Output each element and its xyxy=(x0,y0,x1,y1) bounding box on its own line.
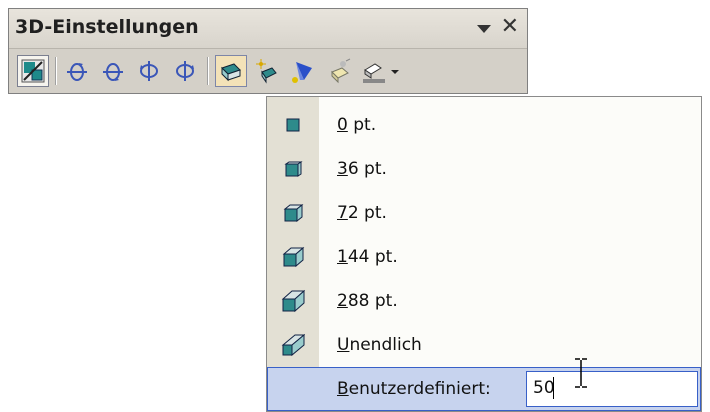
lighting-button[interactable] xyxy=(287,55,319,87)
custom-depth-value: 50 xyxy=(533,378,555,398)
toggle-3d-button[interactable] xyxy=(17,55,49,87)
depth-288-icon xyxy=(281,289,305,313)
menu-item-label: 288 pt. xyxy=(337,291,398,311)
tilt-up-button[interactable] xyxy=(97,55,129,87)
depth-0-icon xyxy=(286,118,300,132)
menu-item-depth-288[interactable]: 288 pt. xyxy=(267,279,701,323)
menu-item-label: 72 pt. xyxy=(337,203,387,223)
depth-infinite-icon xyxy=(281,333,305,357)
menu-item-depth-0[interactable]: 0 pt. xyxy=(267,103,701,147)
text-caret xyxy=(553,377,554,399)
depth-72-icon xyxy=(283,203,304,223)
toolbar-title: 3D-Einstellungen xyxy=(15,16,199,38)
depth-menu: 0 pt. 36 pt. 72 pt. 144 pt. 288 pt. Unen… xyxy=(266,96,702,412)
toolbar-options-icon[interactable] xyxy=(477,25,491,33)
tilt-down-icon xyxy=(67,63,87,81)
3d-settings-toolbar: 3D-Einstellungen ✕ xyxy=(8,8,528,94)
toggle-3d-icon xyxy=(21,59,45,83)
menu-item-label: 144 pt. xyxy=(337,247,398,267)
depth-36-icon xyxy=(284,161,303,177)
tilt-down-button[interactable] xyxy=(61,55,93,87)
close-icon[interactable]: ✕ xyxy=(501,15,519,39)
direction-button[interactable] xyxy=(251,55,283,87)
tilt-right-button[interactable] xyxy=(169,55,201,87)
lighting-icon xyxy=(292,62,312,83)
tilt-right-icon xyxy=(176,61,194,81)
tilt-up-icon xyxy=(103,63,123,81)
menu-item-depth-144[interactable]: 144 pt. xyxy=(267,235,701,279)
3d-color-button[interactable] xyxy=(359,55,403,87)
depth-144-icon xyxy=(282,246,305,268)
tilt-left-icon xyxy=(140,61,158,81)
3d-color-icon xyxy=(363,63,399,83)
toolbar-buttons xyxy=(13,53,523,89)
menu-item-label: 36 pt. xyxy=(337,159,387,179)
surface-button[interactable] xyxy=(323,55,355,87)
ibeam-cursor-icon xyxy=(575,358,587,388)
custom-depth-input[interactable]: 50 xyxy=(526,371,698,407)
tilt-left-button[interactable] xyxy=(133,55,165,87)
toolbar-titlebar[interactable]: 3D-Einstellungen ✕ xyxy=(9,9,527,49)
menu-item-depth-36[interactable]: 36 pt. xyxy=(267,147,701,191)
custom-depth-label: Benutzerdefiniert: xyxy=(337,379,491,399)
surface-icon xyxy=(331,58,351,84)
menu-item-label: 0 pt. xyxy=(337,115,377,135)
direction-icon xyxy=(256,59,277,84)
menu-item-custom-depth[interactable]: Benutzerdefiniert: 50 xyxy=(267,367,701,411)
menu-item-depth-72[interactable]: 72 pt. xyxy=(267,191,701,235)
menu-item-depth-infinite[interactable]: Unendlich xyxy=(267,323,701,367)
depth-icon xyxy=(221,63,241,82)
depth-button[interactable] xyxy=(215,55,247,87)
menu-item-label: Unendlich xyxy=(337,335,422,355)
